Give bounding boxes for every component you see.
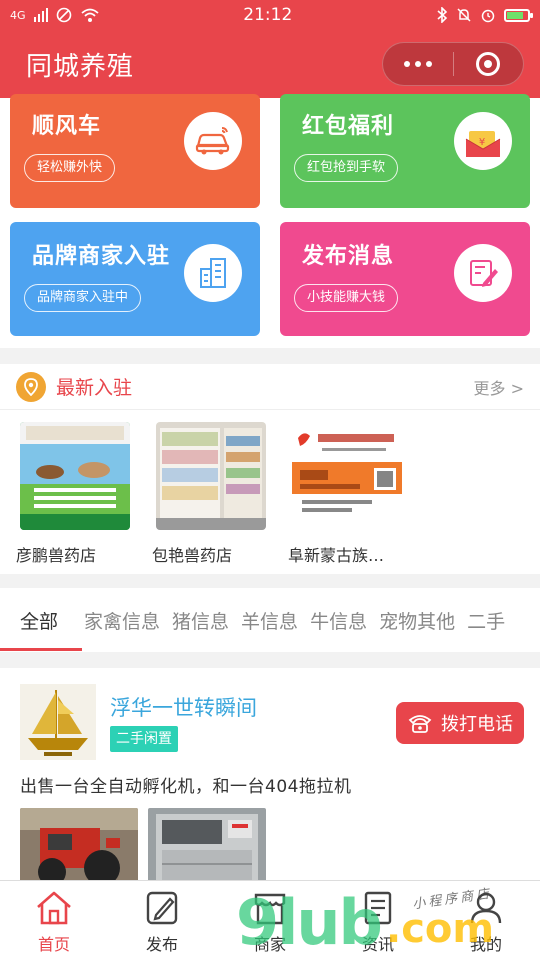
nav-label: 资讯 <box>361 935 394 954</box>
nav-publish[interactable]: 发布 <box>122 889 202 955</box>
card-pill: 小技能赚大钱 <box>294 284 399 312</box>
shop-name: 包艳兽药店 <box>152 546 233 565</box>
news-icon <box>364 891 392 925</box>
shop-name: 彦鹏兽药店 <box>16 546 97 565</box>
category-tabs: 全部 家禽信息 猪信息 羊信息 牛信息 宠物其他 二手 <box>0 588 540 652</box>
post-text: 出售一台全自动孵化机，和一台404拖拉机 <box>20 777 352 797</box>
post-card[interactable]: 浮华一世转瞬间 二手闲置 拨打电话 出售一台全自动孵化机，和一台404拖拉机 <box>0 668 540 880</box>
nav-label: 我的 <box>469 935 502 954</box>
newest-header: 最新入驻 更多 > <box>0 364 540 410</box>
card-brand-merchant[interactable]: 品牌商家入驻 品牌商家入驻中 <box>10 222 260 336</box>
battery-icon <box>504 8 533 22</box>
shop-name: 阜新蒙古族… <box>288 546 385 565</box>
card-red-envelope[interactable]: 红包福利 红包抢到手软 ¥ <box>280 94 530 208</box>
app-header: 4G 21:12 同城养殖 <box>0 0 540 98</box>
tab-second-hand[interactable]: 二手 <box>461 607 511 634</box>
active-tab-indicator <box>0 648 82 651</box>
category-badge: 二手闲置 <box>110 726 178 752</box>
do-not-disturb-icon <box>56 7 71 23</box>
tab-pig[interactable]: 猪信息 <box>166 607 235 634</box>
nav-label: 商家 <box>253 935 286 954</box>
card-title: 品牌商家入驻 <box>32 244 171 269</box>
card-title: 发布消息 <box>302 244 395 269</box>
car-icon <box>184 112 242 170</box>
nav-home[interactable]: 首页 <box>14 889 94 955</box>
more-dots-icon <box>403 61 432 67</box>
red-envelope-icon: ¥ <box>454 112 512 170</box>
bottom-nav: 首页 发布 商家 资讯 我的 <box>0 880 540 960</box>
network-label: 4G <box>10 8 26 22</box>
post-username[interactable]: 浮华一世转瞬间 <box>110 692 257 722</box>
svg-text:¥: ¥ <box>479 137 485 148</box>
card-ride-share[interactable]: 顺风车 轻松赚外快 <box>10 94 260 208</box>
feature-cards: 顺风车 轻松赚外快 红包福利 红包抢到手软 ¥ 品牌商家入驻 品牌商家入驻中 发… <box>0 94 540 348</box>
edit-document-icon <box>454 244 512 302</box>
nav-label: 发布 <box>145 935 178 954</box>
shop-icon <box>254 893 286 925</box>
call-button-label: 拨打电话 <box>441 714 513 735</box>
tab-cattle[interactable]: 牛信息 <box>304 607 373 634</box>
muted-bell-icon <box>457 8 471 22</box>
signal-icon <box>33 8 48 22</box>
tractor-photo[interactable] <box>20 808 138 880</box>
status-left: 4G <box>10 7 100 23</box>
status-bar: 4G 21:12 <box>0 0 540 30</box>
card-pill: 红包抢到手软 <box>294 154 399 182</box>
card-pill: 品牌商家入驻中 <box>24 284 142 312</box>
shop-item[interactable]: 包艳兽药店 <box>152 422 287 566</box>
tab-sheep[interactable]: 羊信息 <box>235 607 304 634</box>
shop-list: 彦鹏兽药店 包艳兽药店 阜新蒙古族… <box>0 410 540 574</box>
business-card-photo <box>292 422 402 530</box>
card-pill: 轻松赚外快 <box>24 154 116 182</box>
avatar[interactable] <box>20 684 96 760</box>
shop-sign-photo <box>20 422 130 530</box>
shop-item[interactable]: 彦鹏兽药店 <box>16 422 151 566</box>
nav-profile[interactable]: 我的 <box>446 889 526 955</box>
card-title: 红包福利 <box>302 114 395 139</box>
phone-icon <box>408 715 432 733</box>
tab-poultry[interactable]: 家禽信息 <box>78 607 166 634</box>
newest-section: 最新入驻 更多 > 彦鹏兽药店 包艳兽药店 阜新蒙古族… <box>0 364 540 574</box>
nav-news[interactable]: 资讯 <box>338 889 418 955</box>
wifi-icon <box>80 8 99 22</box>
title-bar: 同城养殖 <box>0 30 540 98</box>
home-icon <box>37 891 71 925</box>
nav-label: 首页 <box>37 935 70 954</box>
status-time: 21:12 <box>243 5 293 25</box>
close-mini-program-button[interactable] <box>454 43 524 85</box>
tab-all[interactable]: 全部 <box>0 607 78 634</box>
alarm-icon <box>481 9 495 23</box>
more-link[interactable]: 更多 > <box>474 375 525 399</box>
nav-merchant[interactable]: 商家 <box>230 889 310 955</box>
target-icon <box>476 52 501 76</box>
building-icon <box>184 244 242 302</box>
call-button[interactable]: 拨打电话 <box>396 702 524 744</box>
bluetooth-icon <box>437 7 448 23</box>
tab-pet-other[interactable]: 宠物其他 <box>373 607 461 634</box>
newest-title: 最新入驻 <box>56 377 133 399</box>
mini-program-capsule <box>382 42 524 86</box>
location-pin-icon <box>16 371 46 402</box>
card-title: 顺风车 <box>32 114 102 139</box>
pharmacy-shelves-photo <box>156 422 266 530</box>
newest-title-group: 最新入驻 <box>16 371 133 402</box>
user-icon <box>470 892 502 924</box>
card-publish[interactable]: 发布消息 小技能赚大钱 <box>280 222 530 336</box>
app-title: 同城养殖 <box>26 51 135 82</box>
status-right <box>436 7 533 23</box>
shop-item[interactable]: 阜新蒙古族… <box>288 422 423 566</box>
more-menu-button[interactable] <box>383 43 453 85</box>
edit-icon <box>146 891 178 925</box>
incubator-photo[interactable] <box>148 808 266 880</box>
